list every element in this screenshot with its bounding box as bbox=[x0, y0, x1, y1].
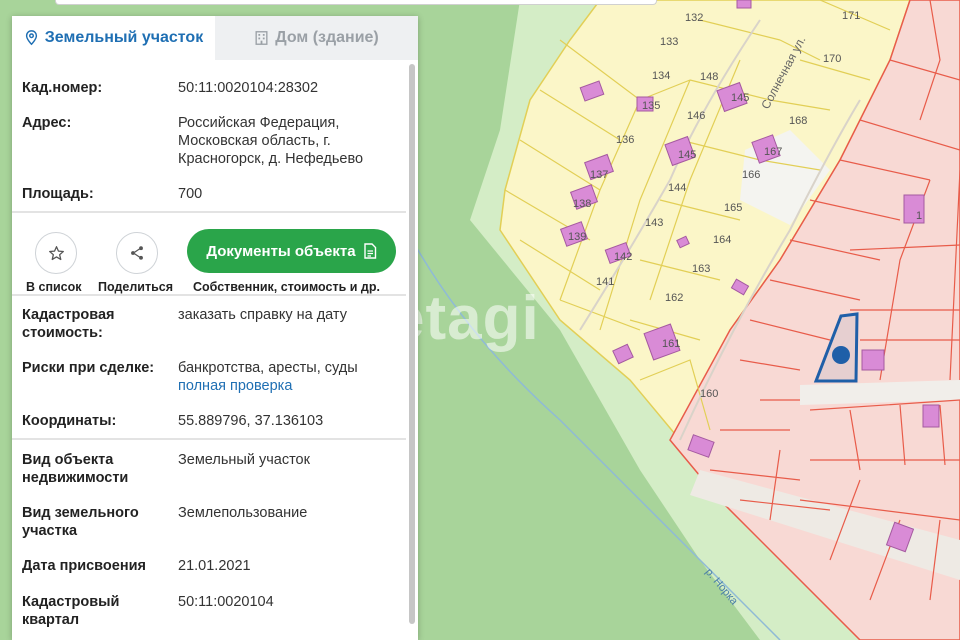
field-label: Вид земельного участка bbox=[22, 505, 139, 539]
parcel-label: 132 bbox=[685, 12, 703, 24]
parcel-label: 164 bbox=[713, 234, 731, 246]
divider bbox=[12, 294, 406, 296]
divider bbox=[12, 211, 406, 213]
parcel-label: 161 bbox=[662, 338, 680, 350]
add-to-list-label: В список bbox=[26, 280, 82, 294]
parcel-label: 160 bbox=[700, 388, 718, 400]
field-label: Риски при сделке: bbox=[22, 360, 155, 376]
parcel-label: 135 bbox=[642, 100, 660, 112]
docs-caption: Собственник, стоимость и др. bbox=[193, 280, 380, 294]
parcel-label: 139 bbox=[568, 231, 586, 243]
parcel-label: 136 bbox=[616, 134, 634, 146]
parcel-label: 165 bbox=[724, 202, 742, 214]
parcel-label: 167 bbox=[764, 146, 782, 158]
parcel-label: 145 bbox=[731, 92, 749, 104]
search-bar-edge[interactable] bbox=[55, 0, 657, 5]
parcel-label: 134 bbox=[652, 70, 670, 82]
divider bbox=[12, 438, 406, 440]
panel-scrollbar[interactable] bbox=[408, 60, 416, 640]
field-label: Вид объекта недвижимости bbox=[22, 452, 129, 486]
share-button[interactable] bbox=[116, 232, 158, 274]
address-value: Российская Федерация, Московская область… bbox=[178, 115, 364, 167]
parcel-label: 145 bbox=[678, 149, 696, 161]
tab-land-plot[interactable]: Земельный участок bbox=[12, 16, 215, 60]
field-label: Адрес: bbox=[22, 115, 72, 131]
field-label: Координаты: bbox=[22, 413, 117, 429]
share-label: Поделиться bbox=[98, 280, 174, 294]
location-pin-icon bbox=[25, 30, 37, 46]
object-type-value: Земельный участок bbox=[178, 452, 310, 468]
parcel-label: 148 bbox=[700, 71, 718, 83]
info-panel: Земельный участок Дом (здание) Кад.номер… bbox=[12, 16, 418, 640]
field-label: Дата присвоения bbox=[22, 558, 146, 574]
tab-label: Земельный участок bbox=[44, 29, 204, 46]
land-type-value: Землепользование bbox=[178, 505, 308, 521]
parcel-label: 168 bbox=[789, 115, 807, 127]
docs-button-label: Документы объекта bbox=[206, 242, 356, 260]
quarter-value: 50:11:0020104 bbox=[178, 594, 274, 610]
full-check-link[interactable]: полная проверка bbox=[178, 378, 292, 394]
object-documents-button[interactable]: Документы объекта bbox=[187, 229, 396, 273]
add-to-list-button[interactable] bbox=[35, 232, 77, 274]
parcel-label: 142 bbox=[614, 251, 632, 263]
field-label: Кадастровая стоимость: bbox=[22, 307, 115, 341]
risks-text: банкротства, аресты, суды bbox=[178, 360, 358, 376]
parcel-label: 166 bbox=[742, 169, 760, 181]
parcel-label: 133 bbox=[660, 36, 678, 48]
parcel-label: 171 bbox=[842, 10, 860, 22]
field-label: Площадь: bbox=[22, 186, 94, 202]
star-icon bbox=[48, 245, 64, 260]
tab-building[interactable]: Дом (здание) bbox=[215, 16, 418, 60]
actions-bar: В список Поделиться Документы объекта Со… bbox=[12, 222, 406, 298]
field-label: Кадастровый квартал bbox=[22, 594, 120, 628]
parcel-label: 146 bbox=[687, 110, 705, 122]
building-icon bbox=[255, 31, 268, 45]
parcel-label: 137 bbox=[590, 169, 608, 181]
parcel-label: 170 bbox=[823, 53, 841, 65]
risks-value: банкротства, аресты, суды полная проверк… bbox=[178, 359, 410, 395]
parcel-label: 138 bbox=[573, 198, 591, 210]
parcel-label: 141 bbox=[596, 276, 614, 288]
parcel-label: 163 bbox=[692, 263, 710, 275]
parcel-label: 1 bbox=[916, 210, 922, 222]
share-icon bbox=[131, 246, 143, 260]
document-icon bbox=[363, 243, 376, 259]
parcel-label: 162 bbox=[665, 292, 683, 304]
cad-number-link[interactable]: 50:11:0020104:28302 bbox=[178, 79, 410, 97]
tab-label: Дом (здание) bbox=[275, 29, 379, 46]
parcel-label: 143 bbox=[645, 217, 663, 229]
location-marker[interactable] bbox=[832, 346, 850, 364]
panel-content: Кад.номер: 50:11:0020104:28302 Адрес: Ро… bbox=[12, 60, 406, 640]
order-certificate-link[interactable]: заказать справку на дату bbox=[178, 306, 410, 324]
parcel-label: 144 bbox=[668, 182, 686, 194]
date-value: 21.01.2021 bbox=[178, 558, 251, 574]
tab-bar: Земельный участок Дом (здание) bbox=[12, 16, 418, 60]
area-value: 700 bbox=[178, 186, 203, 202]
scroll-thumb[interactable] bbox=[409, 64, 415, 624]
coords-value: 55.889796, 37.136103 bbox=[178, 413, 324, 429]
field-label: Кад.номер: bbox=[22, 80, 103, 96]
